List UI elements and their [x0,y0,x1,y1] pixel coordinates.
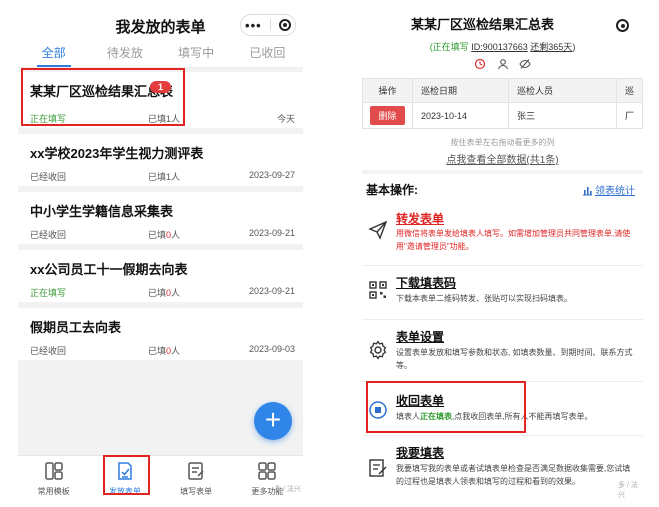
column-header: 巡 [616,78,643,103]
nav-label: 填写表单 [180,487,213,496]
status-text: 正在填写 [30,288,67,298]
stat-link[interactable]: 领表统计 [582,182,635,197]
op-desc: 下载本表单二维码转发、张贴可以实现扫码填表。 [396,294,572,303]
op-desc: 用微信将表单发给填表人填写。如需增加管理员共同管理表单,请使用"邀请管理员"功能… [396,229,631,251]
column-header: 巡检人员 [508,78,617,103]
bar-chart-icon [583,187,592,196]
nav-fill-form[interactable]: 填写表单 [161,456,232,497]
tab-filling[interactable]: 填写中 [161,40,232,67]
nav-label: 常用模板 [37,487,70,496]
fill-count: 已填0人 [148,288,181,298]
fill-count: 已填0人 [148,346,181,356]
recall-icon [369,401,387,419]
form-title: xx公司员工十一假期去向表 [30,262,188,277]
count-badge: 1 [150,81,172,93]
form-meta: (正在填写 ID:900137663 还剩365天) [429,42,576,52]
column-header: 巡检日期 [412,78,509,103]
op-recall-form[interactable]: 收回表单 填表人正在填表,点我收回表单,所有人不能再填写表单。 [362,382,643,436]
expire-text[interactable]: 还剩365天 [530,42,572,52]
op-title: 下载填表码 [396,276,457,290]
status-text: 已经收回 [30,172,67,182]
form-title: 中小学生学籍信息采集表 [30,204,174,219]
op-title: 收回表单 [396,394,445,408]
watermark: 多 / 法兴 [618,482,638,499]
form-card[interactable]: xx学校2023年学生视力测评表 已经收回 已填1人 2023-09-27 [18,134,303,186]
watermark: 多 / 法兴 [274,486,301,493]
scroll-hint: 按住表单左右拖动看更多的列 [450,138,555,147]
form-date: 今天 [276,114,295,124]
close-miniapp-icon[interactable] [616,19,629,32]
op-desc: 我要填写我的表单或者试填表单检查是否满足数据收集需要,您试填的过程也是填表人领表… [396,464,631,486]
view-all-link[interactable]: 点我查看全部数据(共1条) [362,151,643,166]
column-header: 操作 [362,78,413,103]
op-forward-form[interactable]: 转发表单 用微信将表单发给填表人填写。如需增加管理员共同管理表单,请使用"邀请管… [362,206,643,266]
close-miniapp-icon[interactable] [278,19,291,31]
table-cell: 厂 [616,102,643,129]
form-title: 假期员工去向表 [30,320,122,335]
add-form-button[interactable]: + [254,402,292,440]
form-date: 2023-09-21 [248,286,295,296]
meta-icons [362,55,643,73]
op-download-qrcode[interactable]: 下载填表码 下载本表单二维码转发、张贴可以实现扫码填表。 [362,266,643,320]
table-row: 删除 2023-10-14 张三 厂 [362,102,643,129]
form-card[interactable]: 某某厂区巡检结果汇总表 1 正在填写 已填1人 今天 [18,72,303,128]
write-icon [369,459,387,477]
section-title: 基本操作: [366,183,418,197]
op-title: 表单设置 [396,330,445,344]
bottom-nav: 常用模板 发放表单 填写表单 更多功能 [18,455,303,497]
op-desc: 填表人正在填表,点我收回表单,所有人不能再填写表单。 [396,412,593,421]
tab-pending[interactable]: 待发放 [89,40,160,67]
form-card[interactable]: 中小学生学籍信息采集表 已经收回 已填0人 2023-09-21 [18,192,303,244]
form-date: 2023-09-27 [248,170,295,180]
status-text: 已经收回 [30,230,67,240]
op-title: 我要填表 [396,446,445,460]
op-desc: 设置表单发放和填写参数和状态, 如填表数量、到期时间、联系方式等。 [396,348,633,370]
user-icon[interactable] [497,58,509,70]
timer-icon[interactable] [474,58,486,70]
qrcode-icon [369,281,387,299]
settings-icon [369,340,387,360]
form-title: xx学校2023年学生视力测评表 [30,146,204,161]
table-cell: 2023-10-14 [412,102,509,129]
template-icon [44,462,63,480]
status-text: 已经收回 [30,346,67,356]
form-card[interactable]: xx公司员工十一假期去向表 正在填写 已填0人 2023-09-21 [18,250,303,302]
form-card[interactable]: 假期员工去向表 已经收回 已填0人 2023-09-03 [18,308,303,360]
tab-all[interactable]: 全部 [18,40,89,67]
nav-templates[interactable]: 常用模板 [18,456,89,497]
header: 我发放的表单 ••• [18,10,303,40]
nav-label: 发放表单 [108,487,141,496]
table-header-row: 操作 巡检日期 巡检人员 巡 [362,78,643,103]
form-title: 某某厂区巡检结果汇总表 [410,17,554,32]
send-form-icon [118,462,132,480]
op-title: 转发表单 [396,212,445,226]
miniapp-capsule[interactable]: ••• [240,14,296,36]
send-icon [368,220,388,240]
divider [362,170,643,174]
form-date: 2023-09-03 [248,344,295,354]
fill-count: 已填1人 [148,114,181,124]
form-id[interactable]: ID:900137663 [471,42,528,52]
status-tabs: 全部 待发放 填写中 已收回 [18,40,303,68]
capsule-divider [269,19,271,31]
status-text: (正在填写 [429,42,469,52]
grid-icon [258,462,277,480]
nav-send-form[interactable]: 发放表单 [89,456,160,497]
fill-count: 已填1人 [148,172,181,182]
fill-count: 已填0人 [148,230,181,240]
fill-form-icon [188,462,204,480]
op-form-settings[interactable]: 表单设置 设置表单发放和填写参数和状态, 如填表数量、到期时间、联系方式等。 [362,320,643,382]
form-list-screen: 我发放的表单 ••• 全部 待发放 填写中 已收回 某某厂区巡检结果汇总表 1 … [18,10,303,497]
form-detail-screen: 某某厂区巡检结果汇总表 (正在填写 ID:900137663 还剩365天) 操… [362,10,643,500]
op-fill-form[interactable]: 我要填表 我要填写我的表单或者试填表单检查是否满足数据收集需要,您试填的过程也是… [362,436,643,500]
hidden-eye-icon[interactable] [519,58,531,70]
plus-icon: + [264,404,282,435]
more-icon[interactable]: ••• [245,19,262,32]
form-date: 2023-09-21 [248,228,295,238]
table-cell: 张三 [508,102,617,129]
status-text: 正在填写 [30,114,67,124]
tab-recalled[interactable]: 已收回 [232,40,303,67]
data-table: 操作 巡检日期 巡检人员 巡 删除 2023-10-14 张三 厂 [362,78,643,129]
delete-button[interactable]: 删除 [370,106,405,125]
